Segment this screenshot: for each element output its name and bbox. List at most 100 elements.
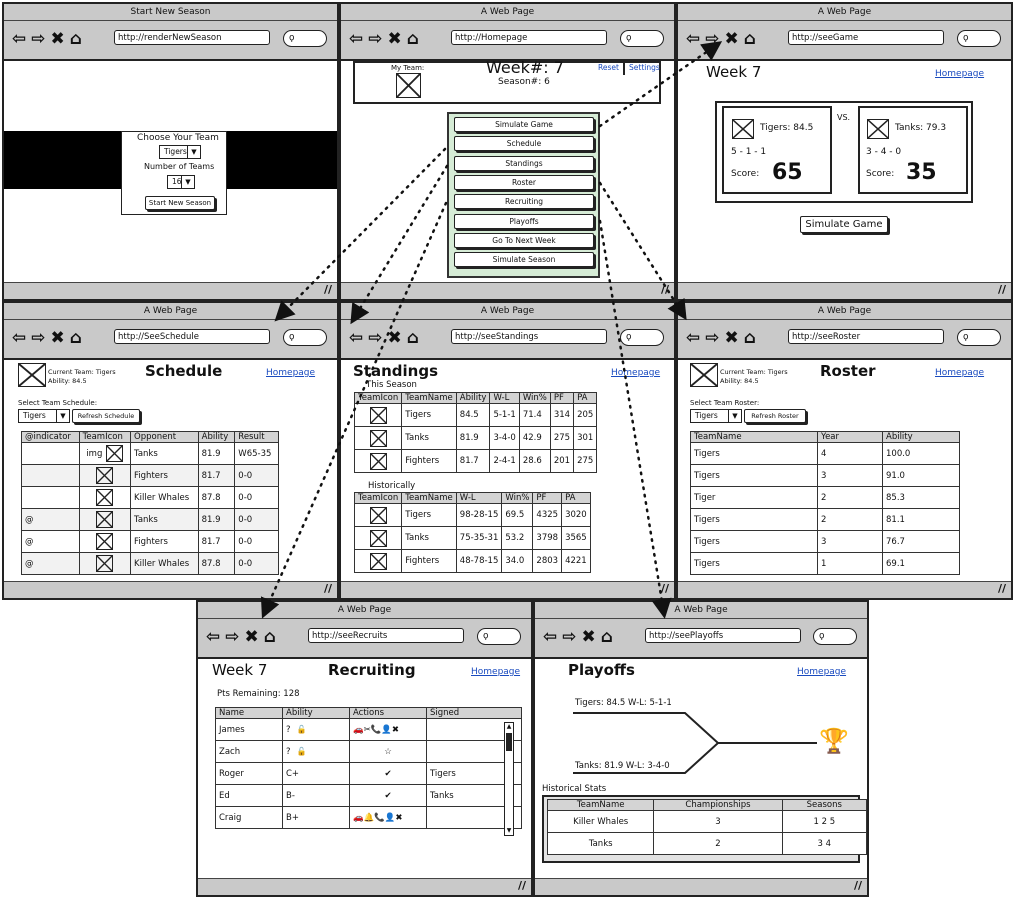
url-bar[interactable]: http://seePlayoffs (645, 628, 801, 643)
nav-buttons-icon[interactable]: ⇦⇨✖⌂ (12, 29, 87, 49)
url-bar[interactable]: http://seeRoster (788, 329, 944, 344)
nav-buttons-icon[interactable]: ⇦⇨✖⌂ (349, 29, 424, 49)
url-bar[interactable]: http://SeeSchedule (114, 329, 270, 344)
menu-roster-button[interactable]: Roster (454, 174, 594, 190)
playoff-stat-cell: Tanks (546, 832, 655, 855)
resize-handle-icon[interactable]: // (324, 283, 332, 296)
url-bar[interactable]: http://Homepage (451, 30, 607, 45)
recruit-actions-cell[interactable]: ☆ (349, 740, 427, 763)
resize-handle-icon[interactable]: // (661, 283, 669, 296)
search-icon[interactable]: ϙ (957, 30, 1001, 47)
opponent-cell: Fighters (130, 464, 199, 487)
resize-handle-icon[interactable]: // (324, 582, 332, 595)
recruit-actions-cell[interactable]: 🚗✂📞👤✖ (349, 718, 427, 741)
number-teams-label: Number of Teams (144, 162, 215, 171)
menu-simulate-game-button[interactable]: Simulate Game (454, 117, 594, 132)
homepage-link[interactable]: Homepage (611, 368, 660, 378)
menu-schedule-button[interactable]: Schedule (454, 136, 594, 152)
homepage-link[interactable]: Homepage (471, 667, 520, 677)
team2-name: Tanks: 79.3 (895, 123, 947, 133)
recruit-ability-cell: B- (282, 784, 350, 807)
roster-team-select[interactable]: Tigers ▼ (690, 409, 742, 423)
standings-window: A Web Page ⇦⇨✖⌂ http://seeStandings ϙ St… (339, 301, 676, 600)
browser-toolbar: ⇦⇨✖⌂ http://SeeSchedule ϙ (4, 320, 337, 360)
column-header: Seasons (781, 799, 867, 811)
search-icon[interactable]: ϙ (957, 329, 1001, 346)
team-logo-placeholder-icon (369, 406, 387, 424)
url-bar[interactable]: http://seeStandings (451, 329, 607, 344)
settings-link[interactable]: Settings (629, 63, 660, 72)
nav-buttons-icon[interactable]: ⇦⇨✖⌂ (686, 29, 761, 49)
historical-cell: Fighters (401, 549, 457, 573)
scroll-up-icon[interactable]: ▲ (505, 723, 513, 731)
schedule-team-select[interactable]: Tigers ▼ (18, 409, 70, 423)
recruit-actions-cell[interactable]: ✔ (349, 784, 427, 807)
table-row: Tanks 75-35-31 53.2 3798 3565 (353, 526, 591, 550)
nav-buttons-icon[interactable]: ⇦⇨✖⌂ (206, 627, 281, 647)
historical-stats-label: Historical Stats (542, 784, 607, 794)
nav-buttons-icon[interactable]: ⇦⇨✖⌂ (543, 627, 618, 647)
browser-toolbar: ⇦⇨✖⌂ http://seeRoster ϙ (678, 320, 1011, 360)
recruit-actions-cell[interactable]: ✔ (349, 762, 427, 785)
url-bar[interactable]: http://seeRecruits (308, 628, 464, 643)
choose-team-label: Choose Your Team (137, 133, 219, 143)
table-header-row: TeamIcon TeamName W-L Win% PF PA (353, 492, 591, 504)
team-select-value: Tigers (164, 147, 187, 156)
refresh-schedule-button[interactable]: Refresh Schedule (72, 409, 140, 423)
standings-cell: Tigers (401, 403, 457, 427)
menu-recruiting-button[interactable]: Recruiting (454, 194, 594, 210)
menu-next-week-button[interactable]: Go To Next Week (454, 232, 594, 248)
nav-buttons-icon[interactable]: ⇦⇨✖⌂ (12, 328, 87, 348)
menu-simulate-season-button[interactable]: Simulate Season (454, 252, 594, 268)
simulate-game-button[interactable]: Simulate Game (800, 216, 888, 233)
nav-buttons-icon[interactable]: ⇦⇨✖⌂ (686, 328, 761, 348)
refresh-roster-button[interactable]: Refresh Roster (744, 409, 806, 423)
homepage-link[interactable]: Homepage (935, 368, 984, 378)
historical-cell: 34.0 (501, 549, 534, 573)
team-select[interactable]: Tigers ▼ (159, 145, 201, 159)
search-icon[interactable]: ϙ (477, 628, 521, 645)
homepage-link[interactable]: Homepage (935, 69, 984, 79)
column-header: TeamIcon (353, 392, 403, 404)
resize-handle-icon[interactable]: // (998, 582, 1006, 595)
page-title: Roster (820, 362, 876, 380)
recruit-actions-cell[interactable]: 🚗🔔📞👤✖ (349, 806, 427, 829)
team-icon-cell: img (78, 442, 132, 465)
menu-standings-button[interactable]: Standings (454, 155, 594, 171)
url-bar[interactable]: http://renderNewSeason (114, 30, 270, 45)
recruit-name-cell: Roger (215, 762, 283, 785)
search-icon[interactable]: ϙ (283, 30, 327, 47)
url-bar[interactable]: http://seeGame (788, 30, 944, 45)
team-logo-placeholder-icon (96, 533, 114, 550)
page-title: Standings (353, 362, 438, 380)
table-row: Roger C+ ✔ Tigers (215, 762, 522, 785)
resize-handle-icon[interactable]: // (518, 879, 526, 892)
standings-cell: 5-1-1 (489, 403, 520, 427)
reset-link[interactable]: Reset (598, 63, 619, 72)
search-icon[interactable]: ϙ (620, 329, 664, 346)
scrollbar[interactable]: ▲ ▼ (504, 722, 514, 836)
homepage-link[interactable]: Homepage (266, 368, 315, 378)
team1-score-label: Score: (731, 169, 760, 179)
search-icon[interactable]: ϙ (813, 628, 857, 645)
team-logo-placeholder-icon (369, 552, 387, 570)
standings-cell: 2-4-1 (489, 449, 520, 473)
historical-cell: Tigers (401, 503, 457, 527)
scroll-thumb[interactable] (506, 733, 512, 751)
start-season-window: Start New Season ⇦⇨✖⌂ http://renderNewSe… (2, 2, 339, 301)
column-header: PA (573, 392, 598, 404)
search-icon[interactable]: ϙ (283, 329, 327, 346)
team1-logo-icon (732, 119, 754, 139)
nav-buttons-icon[interactable]: ⇦⇨✖⌂ (349, 328, 424, 348)
menu-playoffs-button[interactable]: Playoffs (454, 213, 594, 229)
standings-cell: 314 (549, 403, 575, 427)
start-season-button[interactable]: Start New Season (145, 196, 215, 210)
search-icon[interactable]: ϙ (620, 30, 664, 47)
column-header: Win% (501, 492, 534, 504)
resize-handle-icon[interactable]: // (661, 582, 669, 595)
resize-handle-icon[interactable]: // (998, 283, 1006, 296)
scroll-down-icon[interactable]: ▼ (505, 827, 513, 835)
resize-handle-icon[interactable]: // (854, 879, 862, 892)
table-row: Tiger 2 85.3 (690, 486, 960, 509)
teams-count-select[interactable]: 16 ▼ (167, 175, 195, 189)
